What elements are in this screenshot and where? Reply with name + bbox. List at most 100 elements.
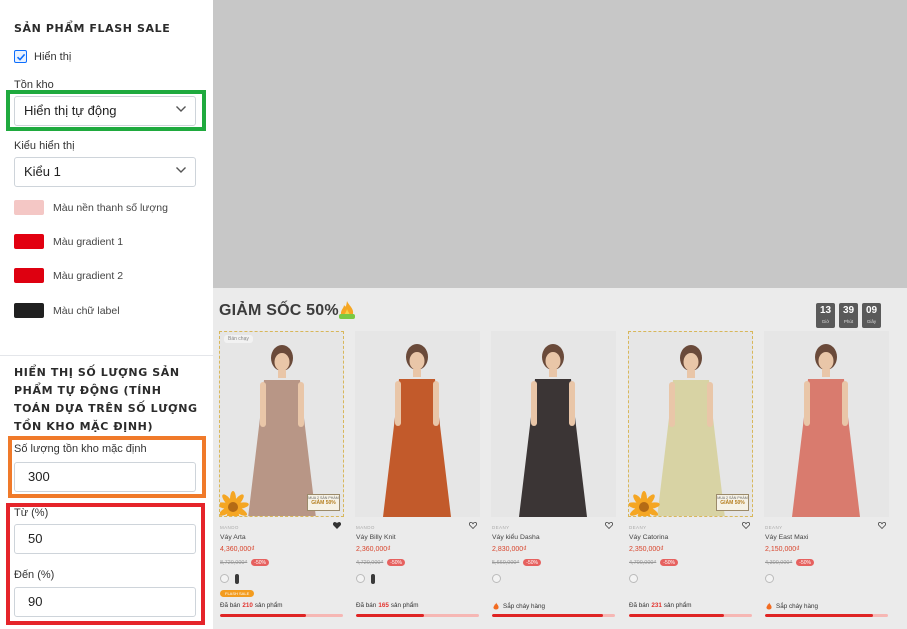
stock-progress-fill: [356, 614, 424, 617]
color-option[interactable]: [356, 574, 365, 583]
settings-panel: SẢN PHẨM FLASH SALE Hiển thị Tồn kho Hiể…: [0, 0, 213, 629]
countdown-timer: 13 Giờ 39 Phút 09 Giây: [816, 303, 881, 328]
product-brand: MANDO: [220, 525, 239, 530]
original-price-row: 5,660,000₫ -50%: [492, 559, 541, 566]
heart-icon[interactable]: [605, 522, 613, 529]
stock-progress-fill: [220, 614, 307, 617]
color-label: Màu gradient 2: [53, 269, 124, 282]
show-checkbox-row[interactable]: Hiển thị: [14, 50, 71, 63]
original-price: 8,720,000₫: [220, 559, 248, 566]
from-percent-input[interactable]: 50: [14, 524, 196, 554]
heart-icon[interactable]: [742, 522, 750, 529]
original-price: 4,720,000₫: [356, 559, 384, 566]
color-option[interactable]: [492, 574, 501, 583]
product-card[interactable]: DEANY Váy East Maxi 2,150,000₫ 4,300,000…: [764, 331, 889, 626]
color-swatch[interactable]: [14, 200, 44, 215]
original-price: 4,700,000₫: [629, 559, 657, 566]
product-price: 2,360,000₫: [356, 546, 391, 553]
show-checkbox-label: Hiển thị: [34, 50, 72, 63]
color-row-gradient-2[interactable]: Màu gradient 2: [14, 268, 123, 283]
original-price-row: 4,300,000₫ -50%: [765, 559, 814, 566]
stock-progress-bar: [629, 614, 752, 617]
product-brand: MANDO: [356, 525, 375, 530]
discount-badge: -50%: [796, 559, 814, 566]
sold-status: Đã bán 210 sản phẩm: [220, 602, 283, 609]
flower-decoration-icon: [629, 491, 660, 516]
color-row-label-text[interactable]: Màu chữ label: [14, 303, 120, 318]
bestseller-badge: Bán chạy: [224, 335, 253, 343]
product-card[interactable]: MUA 2 SẢN PHẨM GIẢM 50% DEANY Váy Catorin…: [628, 331, 753, 626]
product-image[interactable]: [764, 331, 889, 517]
sold-status: Đã bán 165 sản phẩm: [356, 602, 419, 609]
model-photo-placeholder: [519, 344, 587, 517]
discount-badge: -50%: [387, 559, 405, 566]
stock-progress-bar: [220, 614, 343, 617]
heart-icon[interactable]: [469, 522, 477, 529]
check-icon: [16, 53, 25, 61]
color-option[interactable]: [765, 574, 774, 583]
to-percent-input[interactable]: 90: [14, 587, 196, 617]
original-price-row: 4,700,000₫ -50%: [629, 559, 678, 566]
color-label: Màu nền thanh số lượng: [53, 201, 168, 214]
original-price-row: 4,720,000₫ -50%: [356, 559, 405, 566]
stock-select[interactable]: Hiển thị tự động: [14, 96, 196, 126]
product-image[interactable]: [491, 331, 616, 517]
color-row-gradient-1[interactable]: Màu gradient 1: [14, 234, 123, 249]
color-swatch[interactable]: [14, 234, 44, 249]
product-price: 4,360,000₫: [220, 546, 255, 553]
promo-sticker: MUA 2 SẢN PHẨM GIẢM 50%: [716, 494, 749, 511]
product-card[interactable]: Bán chạy MUA 2 SẢN PHẨM GIẢM 50% MANDO Vá…: [219, 331, 344, 626]
model-photo-placeholder: [383, 344, 451, 517]
stock-progress-bar: [492, 614, 615, 617]
color-options: [765, 574, 774, 583]
show-checkbox[interactable]: [14, 50, 27, 63]
original-price: 5,660,000₫: [492, 559, 520, 566]
product-card[interactable]: MANDO Váy Billy Knit 2,360,000₫ 4,720,00…: [355, 331, 480, 626]
color-option[interactable]: [235, 574, 239, 584]
color-option[interactable]: [220, 574, 229, 583]
color-option[interactable]: [371, 574, 375, 584]
product-name[interactable]: Váy East Maxi: [765, 534, 808, 541]
product-name[interactable]: Váy Catorina: [629, 534, 668, 541]
product-brand: DEANY: [765, 525, 783, 530]
sold-status: Đã bán 231 sản phẩm: [629, 602, 692, 609]
preview-title: GIẢM SỐC 50%: [219, 302, 339, 319]
section-title-auto-quantity: HIỂN THỊ SỐ LƯỢNG SẢN PHẨM TỰ ĐỘNG (TÍNH…: [14, 366, 198, 433]
display-style-label: Kiểu hiển thị: [14, 140, 75, 152]
stock-label: Tồn kho: [14, 79, 54, 91]
product-name[interactable]: Váy kiểu Dasha: [492, 534, 540, 541]
discount-badge: -50%: [660, 559, 678, 566]
product-image[interactable]: Bán chạy MUA 2 SẢN PHẨM GIẢM 50%: [219, 331, 344, 517]
product-image[interactable]: MUA 2 SẢN PHẨM GIẢM 50%: [628, 331, 753, 517]
stock-progress-bar: [356, 614, 479, 617]
flash-fire-icon: [339, 301, 355, 319]
chevron-down-icon: [176, 106, 186, 112]
color-label: Màu chữ label: [53, 304, 120, 317]
color-option[interactable]: [629, 574, 638, 583]
product-image[interactable]: [355, 331, 480, 517]
color-label: Màu gradient 1: [53, 235, 124, 248]
stock-progress-fill: [492, 614, 603, 617]
product-name[interactable]: Váy Arta: [220, 534, 246, 541]
display-style-select[interactable]: Kiểu 1: [14, 157, 196, 187]
discount-badge: -50%: [251, 559, 269, 566]
color-swatch[interactable]: [14, 303, 44, 318]
stock-progress-fill: [629, 614, 724, 617]
stock-progress-bar: [765, 614, 888, 617]
countdown-hours: 13 Giờ: [816, 303, 835, 328]
display-style-value: Kiểu 1: [24, 164, 61, 179]
product-price: 2,830,000₫: [492, 546, 527, 553]
color-swatch[interactable]: [14, 268, 44, 283]
fire-icon: [766, 602, 772, 610]
section-title-flash-sale: SẢN PHẨM FLASH SALE: [14, 22, 171, 35]
default-stock-input[interactable]: 300: [14, 462, 196, 492]
color-options: [356, 574, 375, 584]
product-name[interactable]: Váy Billy Knit: [356, 534, 396, 541]
color-row-bar-bg[interactable]: Màu nền thanh số lượng: [14, 200, 168, 215]
heart-icon[interactable]: [878, 522, 886, 529]
heart-icon[interactable]: [333, 522, 341, 529]
countdown-minutes: 39 Phút: [839, 303, 858, 328]
product-card[interactable]: DEANY Váy kiểu Dasha 2,830,000₫ 5,660,00…: [491, 331, 616, 626]
flash-sale-tag: FLASH SALE: [220, 590, 255, 597]
section-divider: [0, 355, 213, 356]
